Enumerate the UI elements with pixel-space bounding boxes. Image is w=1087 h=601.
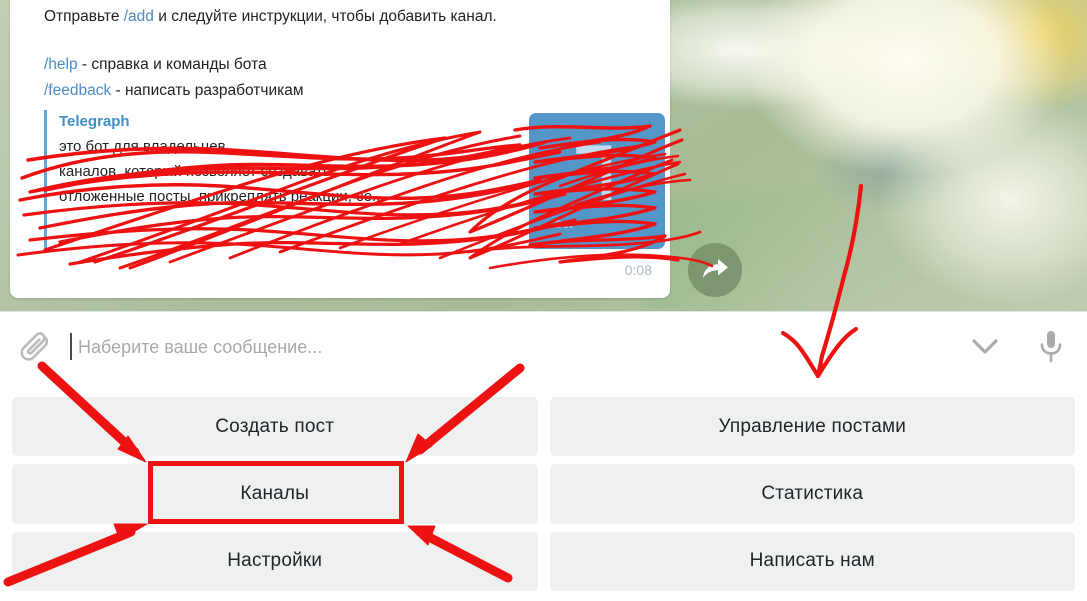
telegram-chat-window: Отправьте /add и следуйте инструкции, чт… — [0, 0, 1087, 601]
reply-keyboard: Создать пост Управление постами Каналы С… — [0, 391, 1087, 601]
message-input-placeholder[interactable]: Наберите ваше сообщение... — [78, 334, 322, 360]
keyboard-button-statistics[interactable]: Статистика — [549, 464, 1075, 524]
keyboard-button-settings[interactable]: Настройки — [12, 531, 538, 591]
forward-arrow-icon — [703, 259, 728, 278]
keyboard-button-create-post[interactable]: Создать пост — [12, 397, 538, 457]
link-preview-card[interactable]: Telegraph это бот для владельцев каналов… — [44, 110, 665, 250]
help-description: - справка и команды бота — [77, 56, 267, 73]
feedback-description: - написать разработчикам — [111, 82, 304, 99]
message-text-suffix: и следуйте инструкции, чтобы добавить ка… — [153, 8, 497, 25]
text-cursor — [70, 333, 72, 360]
link-preview-line-2: это бот для владельцев — [59, 138, 226, 155]
message-timestamp: 0:08 — [624, 262, 652, 278]
chat-background: Отправьте /add и следуйте инструкции, чт… — [0, 0, 1087, 311]
command-add-link[interactable]: /add — [124, 8, 154, 25]
bot-logo-icon: Ꞁ — [576, 135, 618, 215]
command-help-link[interactable]: /help — [44, 56, 78, 73]
link-preview-thumbnail[interactable]: Ꞁ Bot — [529, 113, 665, 249]
keyboard-button-manage-posts[interactable]: Управление постами — [549, 397, 1075, 457]
command-feedback-link[interactable]: /feedback — [44, 82, 111, 99]
message-line-feedback: /feedback - написать разработчикам — [44, 78, 654, 104]
bot-brand-label: Bot — [555, 219, 574, 231]
link-preview-line-3: каналов, который позволяет создавать — [59, 163, 331, 180]
keyboard-button-channels[interactable]: Каналы — [12, 464, 538, 524]
paperclip-icon[interactable] — [20, 330, 54, 371]
message-line-1: Отправьте /add и следуйте инструкции, чт… — [44, 4, 654, 30]
link-preview-line-4: отложенные посты, прикреплять реакции, с… — [59, 188, 385, 205]
chevron-down-icon[interactable] — [968, 334, 1002, 365]
message-line-help: /help - справка и команды бота — [44, 52, 654, 78]
message-text-prefix: Отправьте — [44, 8, 124, 25]
microphone-icon[interactable] — [1036, 328, 1066, 371]
forward-button[interactable] — [688, 243, 742, 297]
message-bubble: Отправьте /add и следуйте инструкции, чт… — [10, 0, 670, 298]
keyboard-button-contact-us[interactable]: Написать нам — [549, 531, 1075, 591]
